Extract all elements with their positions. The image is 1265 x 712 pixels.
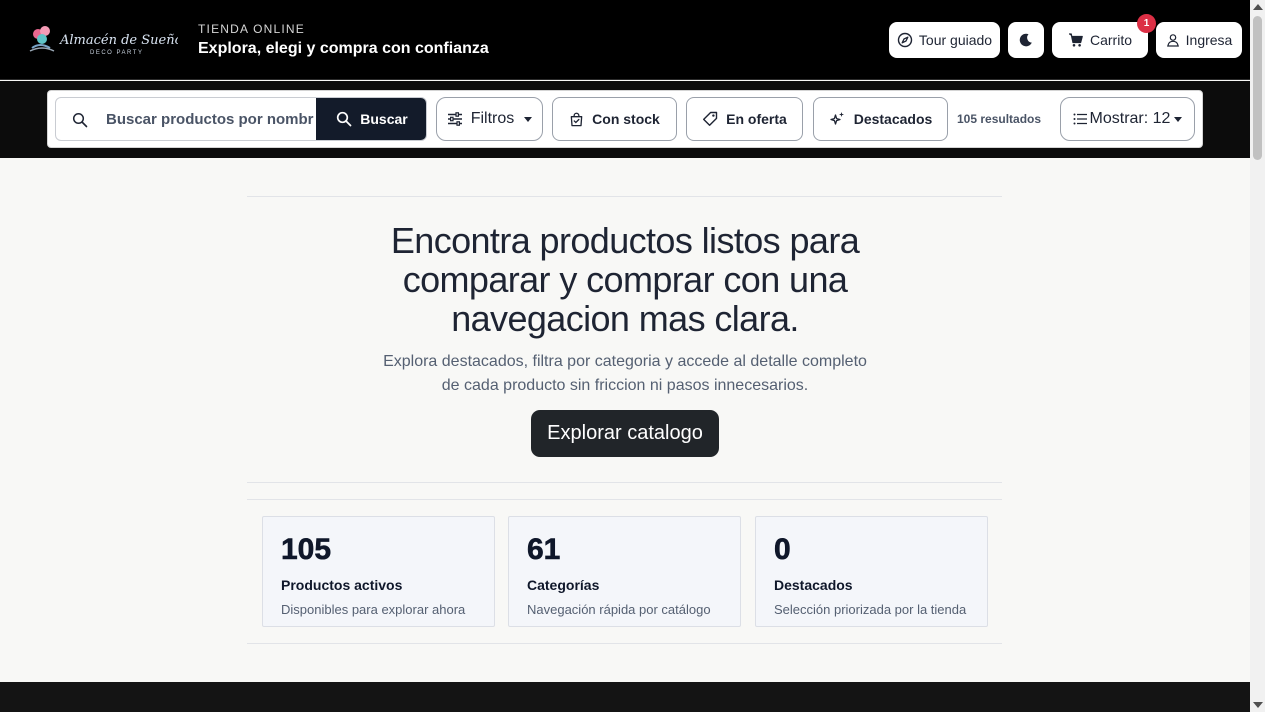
user-icon — [1166, 34, 1179, 47]
hero-subtitle: Explora destacados, filtra por categoria… — [383, 353, 867, 394]
hero-title: Encontra productos listos para comparar … — [390, 220, 860, 339]
search-icon — [72, 112, 88, 128]
filters-button[interactable]: Filtros — [436, 97, 543, 141]
in-stock-filter-button[interactable]: Con stock — [552, 97, 677, 141]
search-input[interactable] — [106, 98, 314, 140]
tour-label: Tour guiado — [918, 32, 993, 48]
cart-icon — [1068, 33, 1083, 47]
explore-catalog-button[interactable]: Explorar catalogo — [531, 410, 719, 457]
theme-toggle-button[interactable] — [1008, 22, 1044, 58]
stat-value: 0 — [774, 533, 791, 567]
list-icon — [1073, 113, 1087, 125]
page-scrollbar[interactable] — [1250, 0, 1265, 712]
svg-text:DECO PARTY: DECO PARTY — [90, 50, 143, 56]
bag-check-icon — [570, 112, 583, 126]
chevron-down-icon — [524, 116, 533, 122]
chevron-down-icon — [1174, 116, 1183, 122]
stat-card-featured: 0 Destacados Selección priorizada por la… — [755, 516, 988, 627]
search-box: Buscar — [55, 97, 427, 141]
divider — [247, 499, 1002, 500]
stat-value: 105 — [281, 533, 332, 567]
cart-count-badge: 1 — [1137, 14, 1156, 33]
scrollbar-thumb[interactable] — [1253, 16, 1262, 160]
on-sale-filter-button[interactable]: En oferta — [686, 97, 803, 141]
search-button[interactable]: Buscar — [316, 98, 426, 140]
login-button[interactable]: Ingresa — [1156, 22, 1242, 58]
featured-filter-button[interactable]: Destacados — [813, 97, 948, 141]
results-count: 105 resultados — [957, 112, 1042, 126]
scroll-down-arrow-icon[interactable] — [1253, 702, 1263, 708]
stars-icon — [830, 112, 844, 125]
search-button-label: Buscar — [360, 111, 408, 127]
moon-icon — [1019, 33, 1032, 47]
stat-description: Navegación rápida por catálogo — [527, 602, 711, 617]
divider — [247, 196, 1002, 197]
page-size-label: Mostrar: 12 — [1089, 110, 1171, 127]
login-label: Ingresa — [1185, 32, 1233, 48]
stat-label: Destacados — [774, 577, 853, 593]
compass-icon — [897, 32, 913, 48]
stat-label: Productos activos — [281, 577, 403, 593]
page-size-select[interactable]: Mostrar: 12 — [1060, 97, 1195, 141]
scroll-up-arrow-icon[interactable] — [1253, 4, 1263, 10]
divider — [247, 482, 1002, 483]
brand-tagline: Explora, elegi y compra con confianza — [198, 40, 489, 57]
on-sale-label: En oferta — [726, 111, 787, 127]
stat-label: Categorías — [527, 577, 600, 593]
tag-icon — [703, 111, 718, 126]
tour-button[interactable]: Tour guiado — [889, 22, 1000, 58]
filters-label: Filtros — [470, 110, 515, 127]
cart-label: Carrito — [1089, 32, 1132, 48]
store-logo[interactable]: Almacén de Sueños DECO PARTY — [28, 22, 189, 58]
featured-label: Destacados — [853, 111, 933, 127]
brand-kicker: TIENDA ONLINE — [198, 22, 305, 36]
divider — [247, 643, 1002, 644]
in-stock-label: Con stock — [592, 111, 660, 127]
sliders-icon — [447, 112, 462, 126]
search-icon — [337, 111, 352, 127]
footer — [0, 682, 1250, 712]
svg-text:Almacén de Sueños: Almacén de Sueños — [59, 33, 178, 48]
stat-description: Disponibles para explorar ahora — [281, 602, 466, 617]
stat-card-categories: 61 Categorías Navegación rápida por catá… — [508, 516, 741, 627]
stat-card-products: 105 Productos activos Disponibles para e… — [262, 516, 495, 627]
stat-value: 61 — [527, 533, 561, 567]
stat-description: Selección priorizada por la tienda — [774, 602, 967, 617]
cart-button[interactable]: Carrito — [1052, 22, 1148, 58]
